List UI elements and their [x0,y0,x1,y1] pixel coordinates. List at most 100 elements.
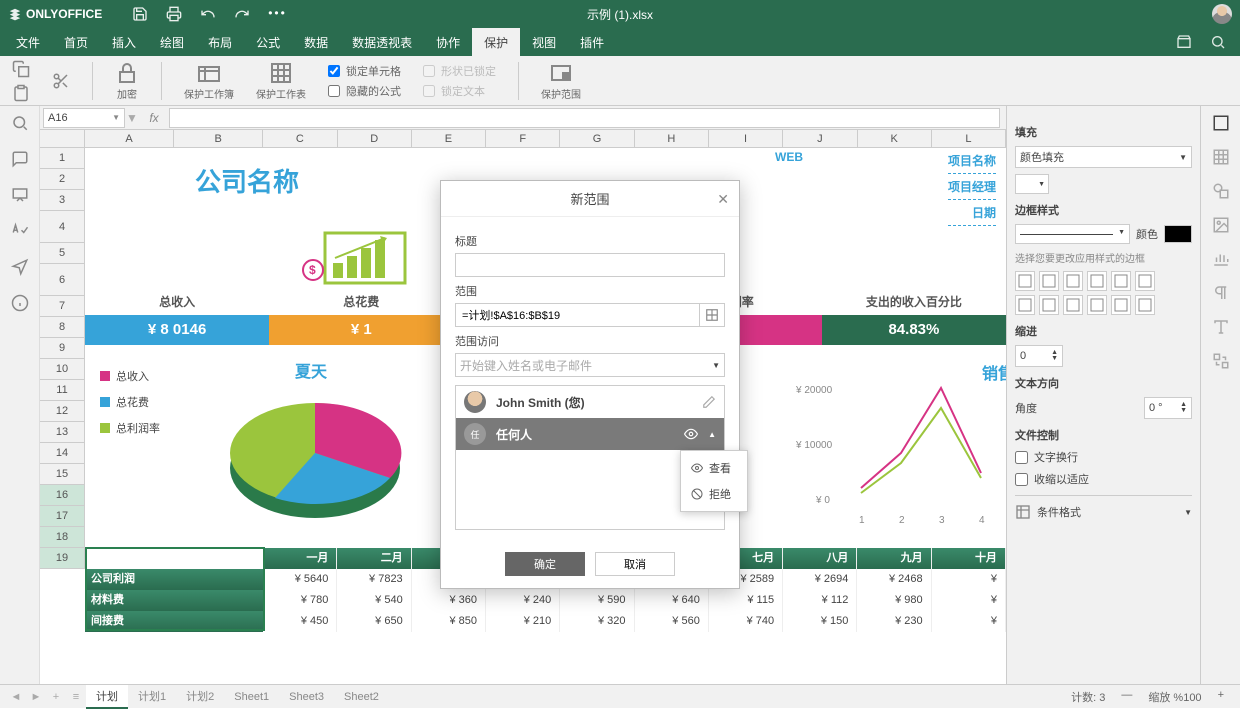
tab-add[interactable]: + [46,691,66,703]
spellcheck-icon[interactable] [11,222,29,240]
feedback-icon[interactable] [11,258,29,276]
col-header[interactable]: K [858,130,932,147]
row-header[interactable]: 12 [40,401,84,422]
border-preset[interactable] [1135,271,1155,291]
row-header[interactable]: 13 [40,422,84,443]
chat-icon[interactable] [11,186,29,204]
menu-数据透视表[interactable]: 数据透视表 [340,28,424,56]
lock-cell-checkbox[interactable]: 锁定单元格 [328,63,401,79]
popup-view[interactable]: 查看 [681,455,747,481]
row-header[interactable]: 19 [40,548,84,569]
encrypt-button[interactable]: 加密 [115,61,139,101]
open-location-icon[interactable] [1176,34,1192,50]
text-art-icon[interactable] [1212,318,1230,336]
ok-button[interactable]: 确定 [505,552,585,576]
pivot-icon[interactable] [1212,352,1230,370]
print-icon[interactable] [166,6,182,22]
border-preset[interactable] [1015,271,1035,291]
protect-workbook-button[interactable]: 保护工作簿 [184,61,234,101]
conditional-format-button[interactable]: 条件格式▼ [1015,504,1192,520]
menu-绘图[interactable]: 绘图 [148,28,196,56]
row-header[interactable]: 11 [40,380,84,401]
border-preset[interactable] [1087,271,1107,291]
col-header[interactable]: D [338,130,412,147]
row-header[interactable]: 1 [40,148,84,169]
shape-settings-icon[interactable] [1212,182,1230,200]
row-header[interactable]: 10 [40,359,84,380]
table-settings-icon[interactable] [1212,148,1230,166]
col-header[interactable]: B [174,130,263,147]
paste-icon[interactable] [12,84,30,102]
protect-worksheet-button[interactable]: 保护工作表 [256,61,306,101]
row-header[interactable]: 16 [40,485,84,506]
formula-input[interactable] [169,108,1000,128]
menu-首页[interactable]: 首页 [52,28,100,56]
chevron-up-icon[interactable]: ▲ [708,430,716,439]
sheet-tab[interactable]: 计划 [86,685,128,709]
sheet-tab[interactable]: Sheet3 [279,685,334,709]
tab-list[interactable]: ≡ [66,691,86,703]
chart-settings-icon[interactable] [1212,250,1230,268]
col-header[interactable]: G [560,130,634,147]
menu-保护[interactable]: 保护 [472,28,520,56]
border-preset[interactable] [1063,271,1083,291]
paragraph-icon[interactable] [1212,284,1230,302]
more-icon[interactable]: ••• [268,6,287,22]
find-icon[interactable] [11,114,29,132]
comments-icon[interactable] [11,150,29,168]
row-header[interactable]: 18 [40,527,84,548]
angle-spinner[interactable]: 0 °▲▼ [1144,397,1192,419]
tab-next[interactable]: ► [26,691,46,703]
menu-公式[interactable]: 公式 [244,28,292,56]
sheet-tab[interactable]: Sheet2 [334,685,389,709]
indent-spinner[interactable]: 0▲▼ [1015,345,1063,367]
row-header[interactable]: 5 [40,243,84,264]
border-preset[interactable] [1039,271,1059,291]
user-row-owner[interactable]: John Smith (您) [456,386,724,418]
menu-插件[interactable]: 插件 [568,28,616,56]
close-icon[interactable]: ✕ [717,191,729,208]
copy-icon[interactable] [12,60,30,78]
cell-settings-icon[interactable] [1212,114,1230,132]
row-header[interactable]: 3 [40,190,84,211]
undo-icon[interactable] [200,6,216,22]
wrap-text-checkbox[interactable]: 文字换行 [1015,449,1192,465]
col-header[interactable]: C [263,130,337,147]
hidden-formula-checkbox[interactable]: 隐藏的公式 [328,83,401,99]
cut-icon[interactable] [52,72,70,90]
row-header[interactable]: 14 [40,443,84,464]
border-preset[interactable] [1087,295,1107,315]
menu-协作[interactable]: 协作 [424,28,472,56]
fill-type-select[interactable]: 颜色填充▼ [1015,146,1192,168]
row-header[interactable]: 4 [40,211,84,243]
col-header[interactable]: H [635,130,709,147]
user-row-anyone[interactable]: 任 任何人 ▲ [456,418,724,450]
name-box[interactable]: A16▼ [43,108,125,128]
border-preset[interactable] [1111,271,1131,291]
col-header[interactable]: L [932,130,1006,147]
row-header[interactable]: 15 [40,464,84,485]
col-header[interactable]: F [486,130,560,147]
row-header[interactable]: 6 [40,264,84,296]
select-range-icon[interactable] [699,303,725,327]
fill-color-picker[interactable]: ▼ [1015,174,1049,194]
border-preset[interactable] [1015,295,1035,315]
redo-icon[interactable] [234,6,250,22]
row-header[interactable]: 7 [40,296,84,317]
menu-视图[interactable]: 视图 [520,28,568,56]
search-icon[interactable] [1210,34,1226,50]
border-preset[interactable] [1135,295,1155,315]
row-header[interactable]: 8 [40,317,84,338]
zoom-in[interactable]: + [1218,689,1224,705]
range-title-input[interactable] [455,253,725,277]
sheet-tab[interactable]: 计划1 [128,685,176,709]
col-header[interactable]: A [85,130,174,147]
tab-prev[interactable]: ◄ [6,691,26,703]
menu-布局[interactable]: 布局 [196,28,244,56]
about-icon[interactable] [11,294,29,312]
border-line-select[interactable]: ▼ [1015,224,1130,244]
row-header[interactable]: 2 [40,169,84,190]
access-combo[interactable]: 开始键入姓名或电子邮件▼ [455,353,725,377]
user-avatar[interactable] [1212,4,1232,24]
sheet-tab[interactable]: Sheet1 [224,685,279,709]
